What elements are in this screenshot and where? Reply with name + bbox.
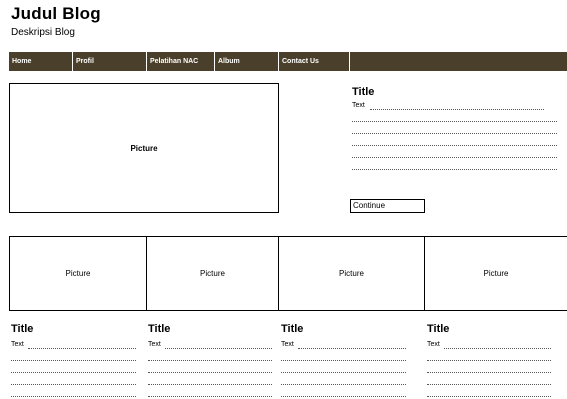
gallery-picture-2[interactable]: Picture (147, 237, 278, 310)
text-line (281, 360, 406, 361)
featured-text: Text (352, 102, 365, 109)
text-line (11, 396, 136, 397)
blog-title: Judul Blog (11, 4, 101, 23)
text-line (281, 372, 406, 373)
text-line (11, 372, 136, 373)
text-line (427, 372, 551, 373)
card-title-1[interactable]: Title (11, 323, 33, 335)
text-line (11, 360, 136, 361)
card-text-3: Text (281, 341, 294, 348)
text-line (28, 348, 136, 349)
nav-item-profil[interactable]: Profil (73, 52, 146, 71)
blog-description: Deskripsi Blog (11, 27, 75, 38)
picture-label: Picture (339, 269, 364, 278)
text-line (427, 360, 551, 361)
text-line (281, 396, 406, 397)
gallery-bottom-border (9, 310, 567, 311)
text-line (148, 396, 272, 397)
gallery-picture-4[interactable]: Picture (425, 237, 567, 310)
text-line (352, 133, 557, 134)
text-line (352, 169, 557, 170)
picture-label: Picture (483, 269, 509, 278)
text-line (148, 372, 272, 373)
text-line (427, 384, 551, 385)
card-title-3[interactable]: Title (281, 323, 303, 335)
text-line (427, 396, 551, 397)
text-line (298, 348, 406, 349)
card-title-2[interactable]: Title (148, 323, 170, 335)
text-line (352, 121, 557, 122)
text-line (352, 145, 557, 146)
text-line (148, 384, 272, 385)
featured-title[interactable]: Title (352, 86, 374, 98)
featured-picture-label: Picture (130, 143, 158, 153)
nav-item-pelatihan-nac[interactable]: Pelatihan NAC (147, 52, 214, 71)
text-line (370, 109, 544, 110)
picture-label: Picture (65, 269, 91, 278)
nav-item-home[interactable]: Home (9, 52, 72, 71)
text-line (165, 348, 272, 349)
card-text-1: Text (11, 341, 24, 348)
picture-label: Picture (200, 269, 225, 278)
card-title-4[interactable]: Title (427, 323, 449, 335)
continue-button[interactable]: Continue (350, 199, 425, 213)
gallery-picture-3[interactable]: Picture (279, 237, 424, 310)
text-line (352, 157, 557, 158)
card-text-2: Text (148, 341, 161, 348)
nav-bar: Home Profil Pelatihan NAC Album Contact … (9, 52, 567, 71)
nav-item-contact-us[interactable]: Contact Us (279, 52, 349, 71)
featured-picture[interactable]: Picture (9, 83, 279, 213)
text-line (11, 384, 136, 385)
text-line (444, 348, 551, 349)
nav-item-album[interactable]: Album (215, 52, 278, 71)
text-line (148, 360, 272, 361)
nav-separator (349, 52, 350, 71)
gallery-picture-1[interactable]: Picture (10, 237, 146, 310)
text-line (281, 384, 406, 385)
card-text-4: Text (427, 341, 440, 348)
